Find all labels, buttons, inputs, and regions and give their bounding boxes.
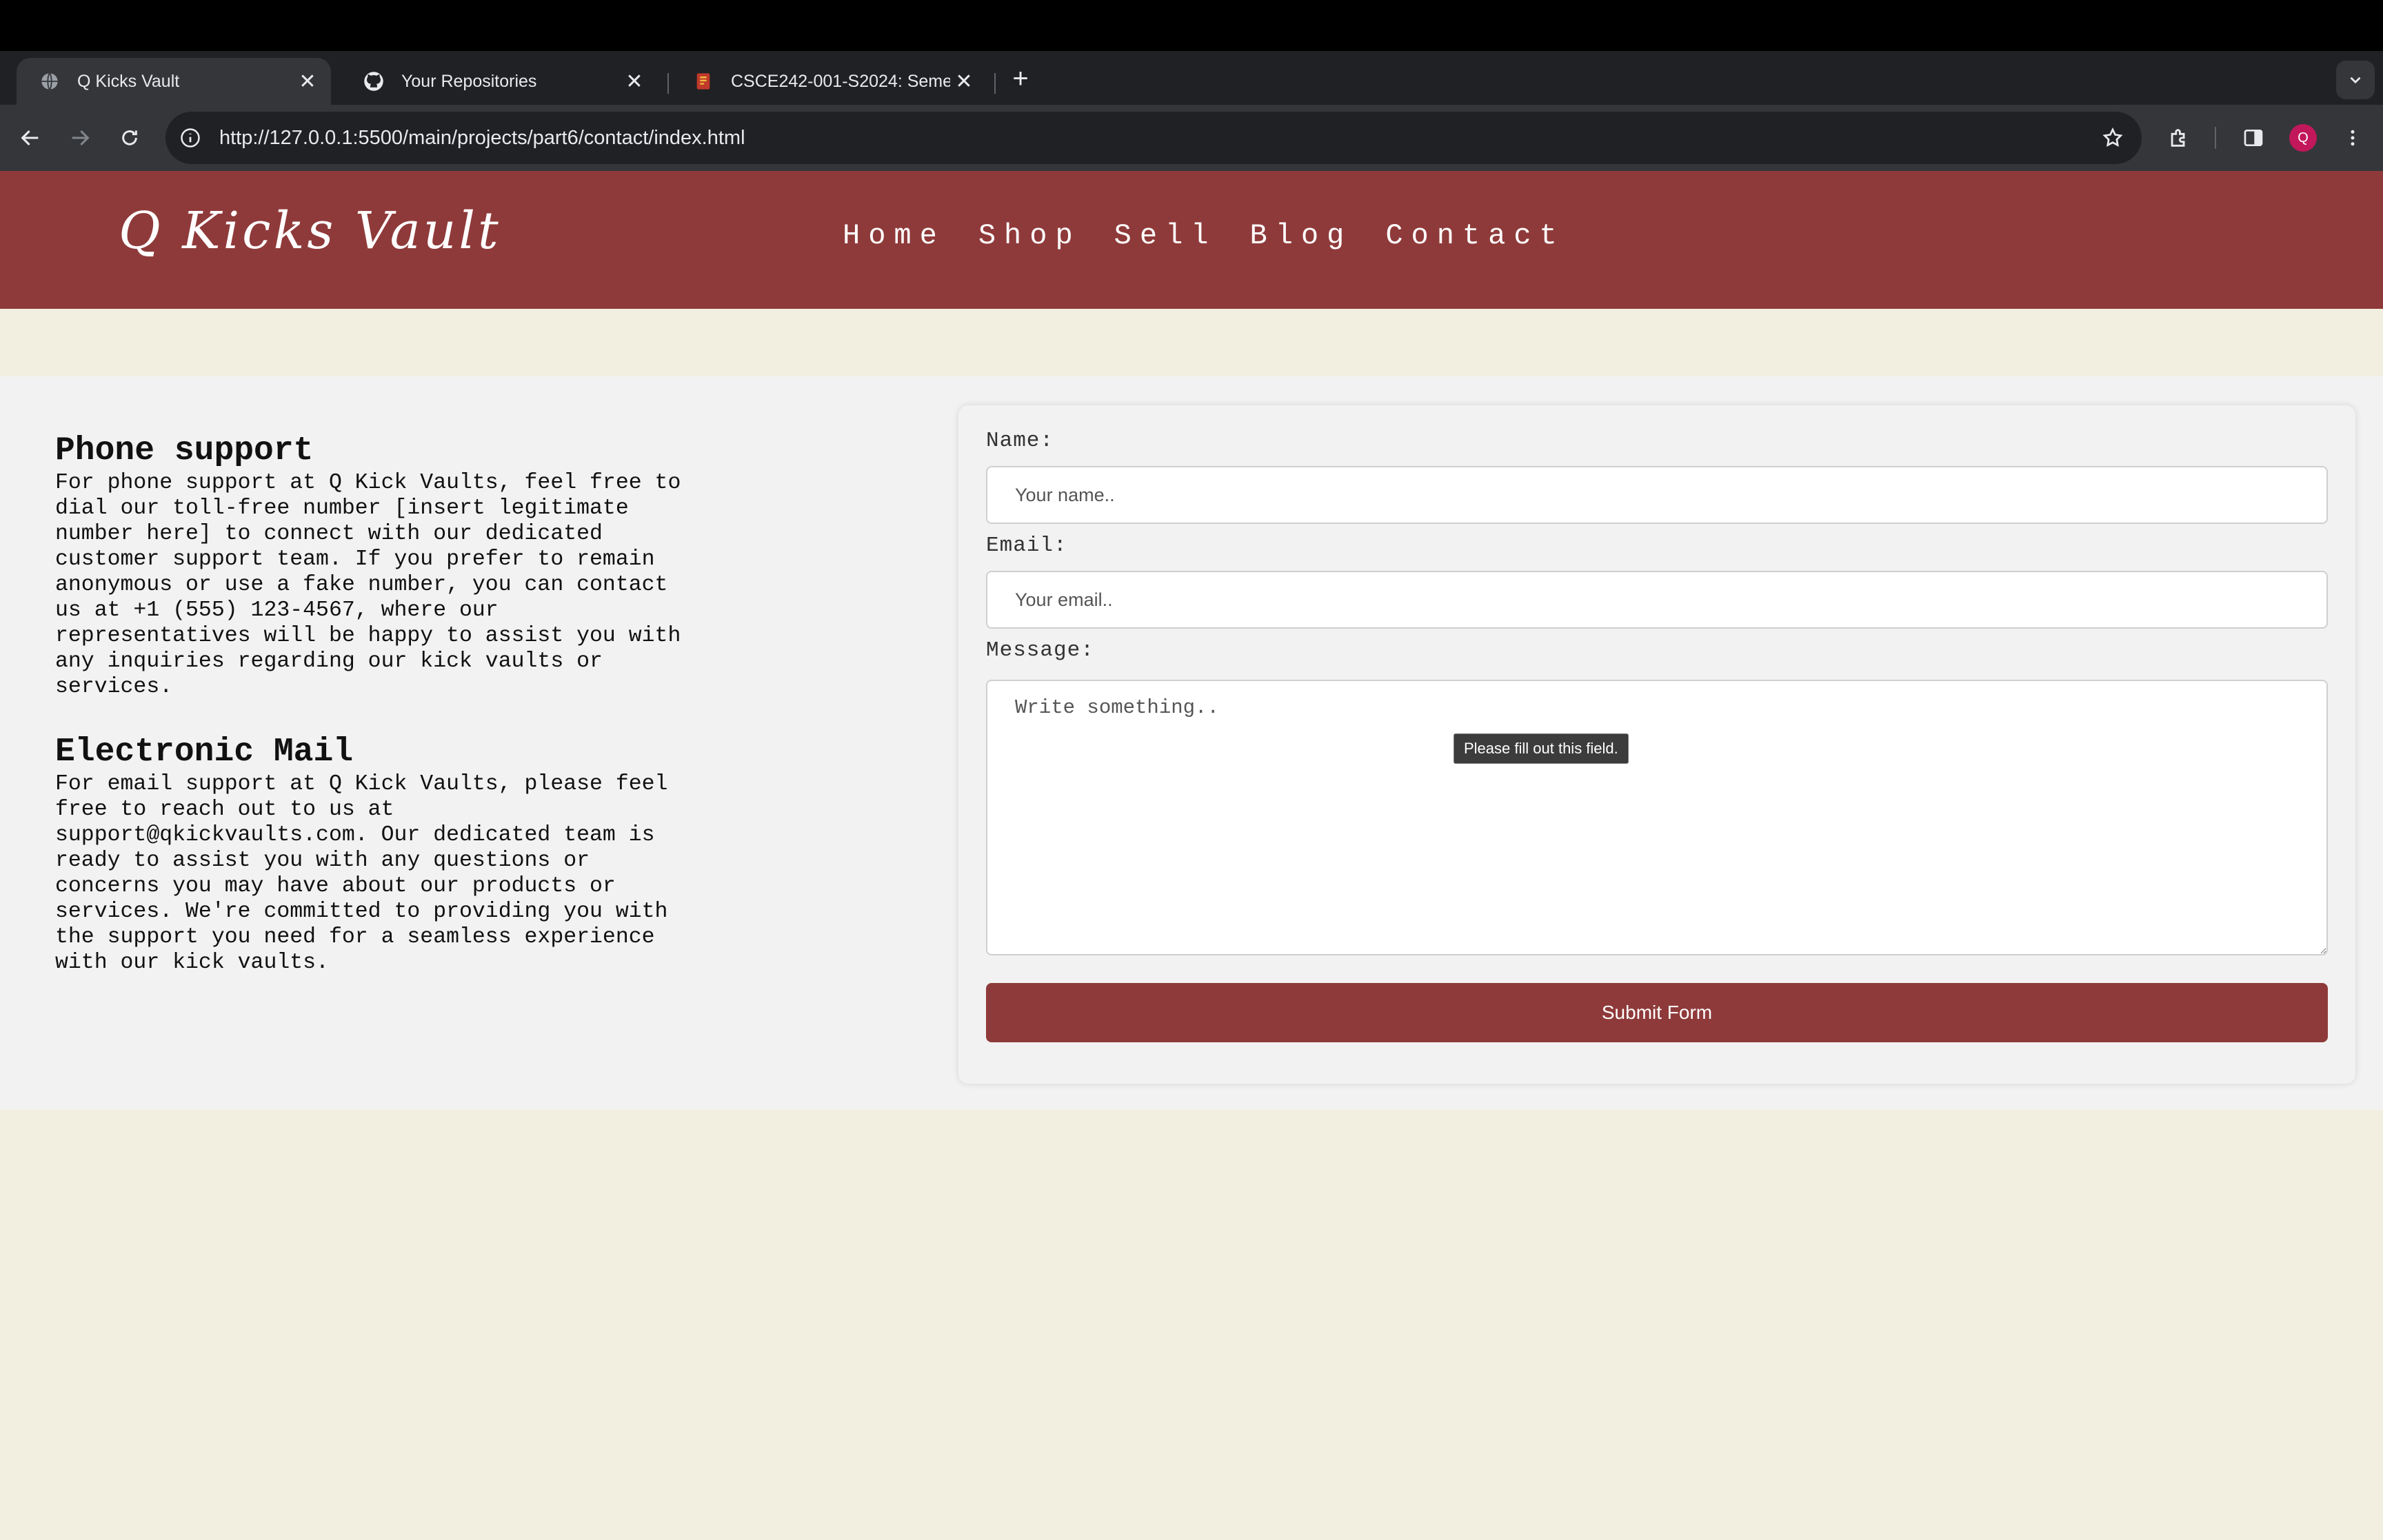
forward-button[interactable] xyxy=(62,120,98,156)
message-label: Message: xyxy=(986,638,1094,662)
site-logo[interactable]: Q Kicks Vault xyxy=(119,201,501,261)
message-textarea[interactable] xyxy=(986,680,2328,955)
kebab-menu-icon xyxy=(2351,130,2355,146)
contact-form: Name: Email: Message: Submit Form xyxy=(958,405,2355,1084)
arrow-left-icon xyxy=(21,130,39,146)
menu-button[interactable] xyxy=(2335,120,2371,156)
phone-support-text: For phone support at Q Kick Vaults, feel… xyxy=(55,471,681,699)
github-icon xyxy=(363,70,385,92)
support-info: Phone support For phone support at Q Kic… xyxy=(55,433,703,1010)
email-support-heading: Electronic Mail xyxy=(55,733,354,771)
phone-support-heading: Phone support xyxy=(55,432,314,469)
email-support-text: For email support at Q Kick Vaults, plea… xyxy=(55,772,668,975)
tab-your-repositories[interactable]: Your Repositories ✕ xyxy=(341,58,658,105)
url-text: http://127.0.0.1:5500/main/projects/part… xyxy=(219,126,745,149)
reload-icon xyxy=(122,130,137,145)
validation-tooltip: Please fill out this field. xyxy=(1454,733,1629,764)
nav-shop[interactable]: Shop xyxy=(978,219,1081,252)
extensions-button[interactable] xyxy=(2161,120,2197,156)
globe-icon xyxy=(39,70,61,92)
nav-home[interactable]: Home xyxy=(843,219,945,252)
tab-separator xyxy=(994,73,996,94)
tab-q-kicks-vault[interactable]: Q Kicks Vault ✕ xyxy=(17,58,331,105)
tab-csce242[interactable]: CSCE242-001-S2024: Semes ✕ xyxy=(670,58,987,105)
site-header: Q Kicks Vault Home Shop Sell Blog Contac… xyxy=(0,171,2383,309)
close-tab-icon[interactable]: ✕ xyxy=(294,68,321,95)
submit-button[interactable]: Submit Form xyxy=(986,983,2328,1042)
tab-title: CSCE242-001-S2024: Semes xyxy=(731,71,950,91)
profile-button[interactable]: Q xyxy=(2285,120,2321,156)
nav-contact[interactable]: Contact xyxy=(1385,219,1565,252)
bookmark-star-icon[interactable] xyxy=(2098,123,2128,153)
side-panel-icon xyxy=(2244,130,2263,146)
nav-sell[interactable]: Sell xyxy=(1114,219,1217,252)
name-label: Name: xyxy=(986,429,1054,453)
new-tab-button[interactable]: + xyxy=(1005,63,1036,94)
toolbar-divider xyxy=(2215,127,2216,149)
close-tab-icon[interactable]: ✕ xyxy=(950,68,978,95)
tab-title: Q Kicks Vault xyxy=(77,71,180,91)
address-bar[interactable]: http://127.0.0.1:5500/main/projects/part… xyxy=(165,112,2142,164)
main-nav: Home Shop Sell Blog Contact xyxy=(843,219,1565,252)
tab-search-button[interactable] xyxy=(2336,61,2375,99)
puzzle-icon xyxy=(2171,129,2185,147)
back-button[interactable] xyxy=(12,120,48,156)
contact-section: Phone support For phone support at Q Kic… xyxy=(0,376,2383,1110)
browser-tabstrip: Q Kicks Vault ✕ Your Repositories ✕ CSCE… xyxy=(0,51,2383,105)
chevron-down-icon xyxy=(2350,77,2361,84)
site-info-icon[interactable] xyxy=(175,123,205,153)
browser-toolbar: http://127.0.0.1:5500/main/projects/part… xyxy=(0,105,2383,171)
tab-title: Your Repositories xyxy=(401,71,537,91)
name-input[interactable] xyxy=(986,466,2328,524)
nav-blog[interactable]: Blog xyxy=(1249,219,1352,252)
avatar: Q xyxy=(2289,124,2317,152)
email-input[interactable] xyxy=(986,571,2328,629)
close-tab-icon[interactable]: ✕ xyxy=(621,68,648,95)
reload-button[interactable] xyxy=(112,120,148,156)
tab-separator xyxy=(667,73,669,94)
page-spacer xyxy=(0,309,2383,376)
email-label: Email: xyxy=(986,534,1067,558)
os-menu-bar xyxy=(0,0,2383,51)
arrow-right-icon xyxy=(72,130,90,146)
side-panel-button[interactable] xyxy=(2235,120,2271,156)
course-icon xyxy=(692,70,714,92)
